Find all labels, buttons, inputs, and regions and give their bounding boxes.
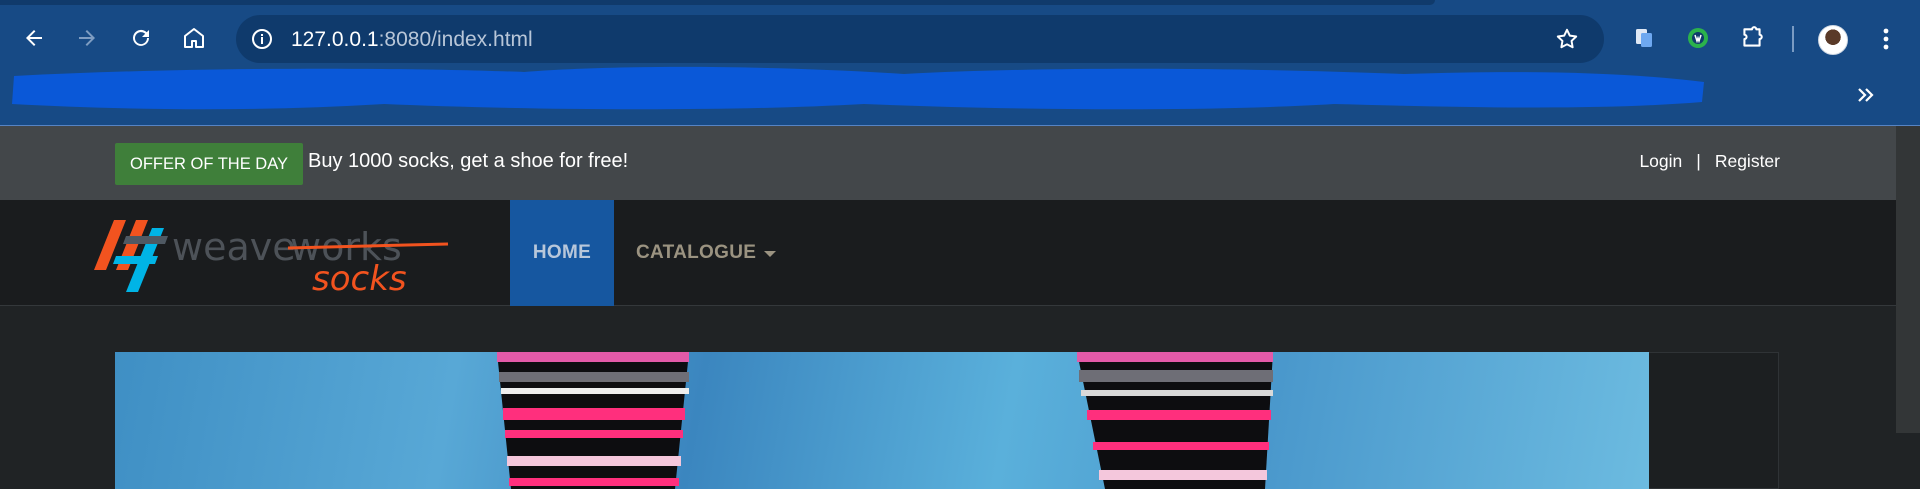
svg-text:weave: weave [172, 225, 296, 269]
main-navbar: weave works socks HOME CATALOGUE [0, 200, 1896, 306]
url-text[interactable]: 127.0.0.1:8080/index.html [291, 28, 533, 52]
carousel-slide-image[interactable] [115, 352, 1649, 489]
toolbar-separator [1792, 26, 1794, 52]
chevron-double-right-icon[interactable] [1852, 84, 1880, 106]
weaveworks-socks-logo[interactable]: weave works socks [92, 214, 452, 296]
svg-text:socks: socks [312, 259, 407, 296]
browser-chrome: 127.0.0.1:8080/index.html [0, 0, 1920, 126]
arrow-right-icon [79, 30, 95, 46]
back-button[interactable] [18, 22, 50, 54]
socks-photo [497, 352, 1273, 489]
auth-links: Login | Register [1639, 151, 1780, 172]
extension-green-button[interactable] [1684, 24, 1712, 52]
extension-docs-button[interactable] [1630, 24, 1658, 52]
info-icon[interactable] [250, 27, 274, 51]
extensions-button[interactable] [1738, 24, 1766, 52]
nav-catalogue-label: CATALOGUE [636, 242, 757, 263]
home-icon [184, 28, 204, 48]
puzzle-icon [1743, 26, 1763, 47]
offer-badge[interactable]: OFFER OF THE DAY [115, 143, 303, 185]
caret-down-icon [764, 251, 777, 257]
offer-text: Buy 1000 socks, get a shoe for free! [308, 150, 629, 172]
green-extension-icon [1688, 28, 1708, 48]
register-link[interactable]: Register [1715, 151, 1780, 172]
forward-button[interactable] [71, 22, 103, 54]
profile-avatar[interactable] [1818, 25, 1848, 55]
auth-separator: | [1696, 151, 1701, 171]
nav-home[interactable]: HOME [510, 200, 614, 306]
reload-button[interactable] [125, 22, 157, 54]
documents-icon [1636, 29, 1652, 47]
arrow-left-icon [26, 30, 42, 46]
kebab-icon[interactable] [1876, 24, 1896, 54]
tab-strip [0, 0, 1435, 5]
star-icon[interactable] [1554, 26, 1580, 52]
page-scrollbar[interactable] [1896, 126, 1920, 433]
address-bar[interactable]: 127.0.0.1:8080/index.html [236, 15, 1604, 63]
login-link[interactable]: Login [1639, 151, 1682, 172]
redacted-bookmarks [12, 66, 1704, 110]
left-sock [497, 352, 689, 489]
reload-icon [133, 29, 149, 46]
right-sock [1077, 352, 1273, 489]
page-viewport: OFFER OF THE DAY Buy 1000 socks, get a s… [0, 126, 1920, 489]
offer-topbar: OFFER OF THE DAY Buy 1000 socks, get a s… [0, 126, 1896, 200]
nav-catalogue[interactable]: CATALOGUE [636, 200, 777, 306]
home-button[interactable] [178, 22, 210, 54]
